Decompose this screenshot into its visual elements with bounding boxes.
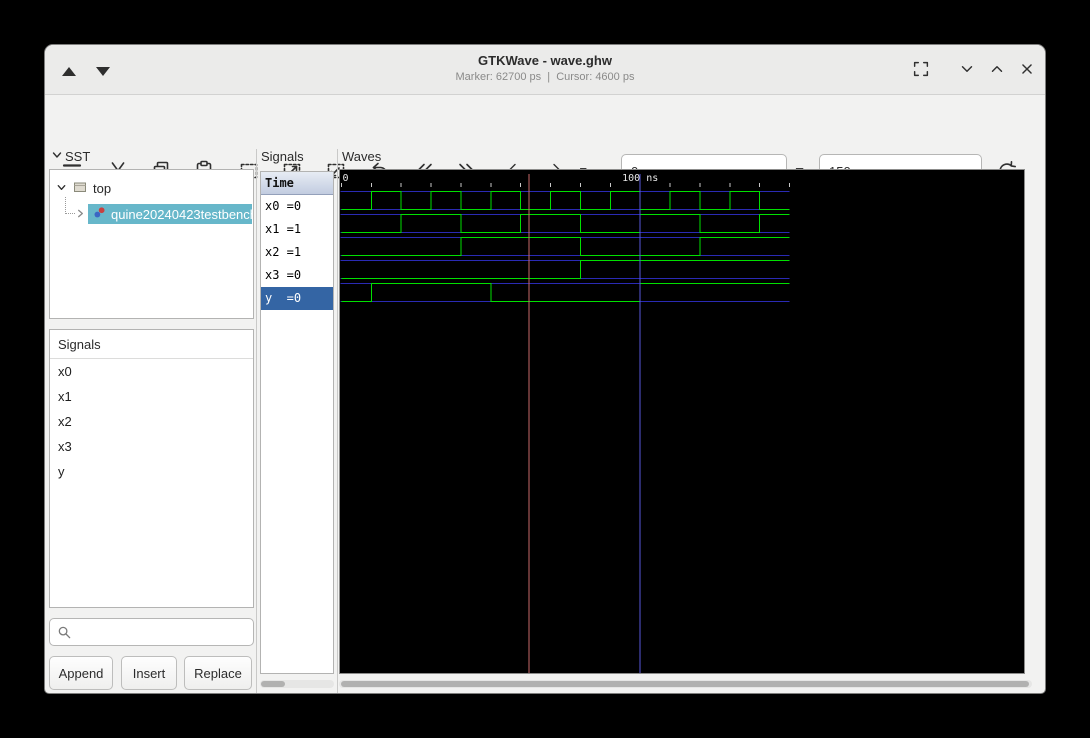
signal-list-panel: Signals x0 x1 x2 x3 y xyxy=(49,329,254,608)
scrollbar-thumb[interactable] xyxy=(261,681,285,687)
signal-name-row[interactable]: x3 =0 xyxy=(261,264,333,287)
signal-names-panel: Time x0 =0 x1 =1 x2 =1 x3 =0 y =0 xyxy=(260,171,334,674)
expander-down-icon[interactable] xyxy=(56,181,67,196)
tree-item-top[interactable]: top xyxy=(54,176,111,200)
close-button[interactable] xyxy=(1015,58,1039,82)
time-header-button[interactable]: Time xyxy=(261,172,333,195)
list-item[interactable]: y xyxy=(50,459,253,484)
fullscreen-icon xyxy=(911,59,931,82)
insert-button[interactable]: Insert xyxy=(121,656,177,690)
selected-tree-item[interactable]: quine20240423testbench xyxy=(88,204,252,224)
search-icon xyxy=(57,625,72,645)
signal-name-row[interactable]: x2 =1 xyxy=(261,241,333,264)
fullscreen-button[interactable] xyxy=(909,58,933,82)
window-title: GTKWave - wave.ghw xyxy=(45,53,1045,68)
signal-name-row[interactable]: x0 =0 xyxy=(261,195,333,218)
search-input[interactable] xyxy=(76,620,246,644)
list-item[interactable]: x0 xyxy=(50,359,253,384)
tree-item-label: top xyxy=(93,181,111,196)
list-item[interactable]: x3 xyxy=(50,434,253,459)
expander-down-icon xyxy=(51,149,63,164)
marker-cursor-status: Marker: 62700 ps | Cursor: 4600 ps xyxy=(45,71,1045,83)
names-horizontal-scrollbar[interactable] xyxy=(260,680,334,688)
tree-item-testbench[interactable]: quine20240423testbench xyxy=(76,202,252,226)
toolbar: From: To: xyxy=(45,96,1045,148)
tree-item-label: quine20240423testbench xyxy=(111,207,252,222)
signal-name-row-selected[interactable]: y =0 xyxy=(261,287,333,310)
desktop-background: GTKWave - wave.ghw Marker: 62700 ps | Cu… xyxy=(0,0,1090,738)
signals-frame-label: Signals xyxy=(261,149,304,164)
svg-text:0: 0 xyxy=(343,173,349,184)
signal-search-box xyxy=(49,618,254,646)
pane-splitter-left[interactable] xyxy=(256,149,257,693)
wave-display-panel: 0100 ns xyxy=(339,169,1025,674)
list-item[interactable]: x2 xyxy=(50,409,253,434)
scrollbar-thumb[interactable] xyxy=(341,681,1029,687)
expander-right-icon[interactable] xyxy=(76,205,85,223)
chevron-down-icon xyxy=(958,60,976,81)
list-item[interactable]: x1 xyxy=(50,384,253,409)
waves-frame-label: Waves xyxy=(342,149,381,164)
module-icon xyxy=(73,180,87,197)
replace-button[interactable]: Replace xyxy=(184,656,252,690)
chevron-up-icon xyxy=(988,60,1006,81)
waveform-canvas[interactable]: 0100 ns xyxy=(340,170,1025,674)
sst-tree-panel: top quine20240423testbench xyxy=(49,169,254,319)
pane-splitter-right[interactable] xyxy=(337,149,338,693)
titlebar[interactable]: GTKWave - wave.ghw Marker: 62700 ps | Cu… xyxy=(45,45,1045,95)
testbench-icon xyxy=(93,206,106,222)
minimize-button[interactable] xyxy=(955,58,979,82)
sst-frame-label[interactable]: SST xyxy=(51,149,90,164)
signal-name-row[interactable]: x1 =1 xyxy=(261,218,333,241)
signal-list-header: Signals xyxy=(50,330,253,359)
gtkwave-window: GTKWave - wave.ghw Marker: 62700 ps | Cu… xyxy=(44,44,1046,694)
close-icon xyxy=(1018,60,1036,81)
append-button[interactable]: Append xyxy=(49,656,113,690)
maximize-button[interactable] xyxy=(985,58,1009,82)
tree-connector-line xyxy=(65,197,75,214)
waves-horizontal-scrollbar[interactable] xyxy=(339,680,1032,688)
